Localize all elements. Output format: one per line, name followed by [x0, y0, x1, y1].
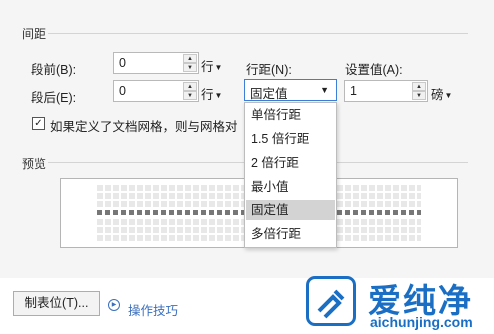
section-divider [48, 33, 468, 34]
set-value-spinner[interactable]: 1 ▲ ▼ [344, 80, 428, 102]
watermark-logo-icon [306, 276, 356, 326]
after-label: 段后(E): [31, 91, 77, 105]
line-spacing-label: 行距(N): [246, 63, 292, 77]
dropdown-option-minimum[interactable]: 最小值 [246, 177, 335, 197]
dropdown-option-1-5[interactable]: 1.5 倍行距 [246, 129, 335, 149]
caret-down-icon: ▼ [214, 63, 223, 72]
after-unit-label: 行 [201, 88, 214, 102]
spin-up-icon[interactable]: ▲ [183, 54, 197, 63]
dropdown-option-fixed[interactable]: 固定值 [246, 200, 335, 220]
before-label: 段前(B): [31, 63, 77, 77]
line-spacing-select[interactable]: 固定值 ▼ [244, 79, 337, 101]
after-unit-dropdown[interactable]: 行▼ [201, 84, 222, 103]
preview-section-title: 预览 [22, 157, 47, 171]
line-spacing-dropdown[interactable]: 单倍行距 1.5 倍行距 2 倍行距 最小值 固定值 多倍行距 [244, 102, 337, 248]
spin-down-icon[interactable]: ▼ [183, 91, 197, 100]
before-value[interactable]: 0 [119, 56, 126, 70]
tips-link-label[interactable]: 操作技巧 [128, 300, 178, 319]
after-spinner[interactable]: 0 ▲ ▼ [113, 80, 199, 102]
caret-down-icon: ▼ [444, 91, 453, 100]
spin-down-icon[interactable]: ▼ [183, 63, 197, 72]
before-unit-label: 行 [201, 60, 214, 74]
before-spinner[interactable]: 0 ▲ ▼ [113, 52, 199, 74]
set-value-label: 设置值(A): [345, 63, 403, 77]
tabs-button[interactable]: 制表位(T)... [13, 291, 100, 316]
spin-down-icon[interactable]: ▼ [412, 91, 426, 100]
dropdown-option-single[interactable]: 单倍行距 [246, 105, 335, 125]
before-spinner-arrows[interactable]: ▲ ▼ [183, 54, 197, 72]
spacing-section-title: 间距 [22, 27, 47, 41]
grid-checkbox[interactable]: ✓ [32, 117, 45, 130]
set-value-unit-label: 磅 [431, 88, 444, 102]
watermark: 爱纯净 aichunjing.com [300, 272, 494, 334]
set-value-unit-dropdown[interactable]: 磅▼ [431, 84, 452, 103]
after-spinner-arrows[interactable]: ▲ ▼ [183, 82, 197, 100]
checkmark-icon: ✓ [34, 118, 43, 129]
paragraph-dialog: 间距 段前(B): 0 ▲ ▼ 行▼ 行距(N): 设置值(A): 段后(E):… [0, 0, 494, 278]
after-value[interactable]: 0 [119, 84, 126, 98]
watermark-url: aichunjing.com [370, 314, 473, 330]
watermark-logo-mark [317, 289, 345, 319]
grid-checkbox-label[interactable]: 如果定义了文档网格，则与网格对 [50, 116, 246, 135]
spin-up-icon[interactable]: ▲ [412, 82, 426, 91]
set-value-value[interactable]: 1 [350, 84, 357, 98]
dropdown-arrow-icon[interactable]: ▼ [320, 85, 329, 95]
caret-down-icon: ▼ [214, 91, 223, 100]
dropdown-option-double[interactable]: 2 倍行距 [246, 153, 335, 173]
set-value-spinner-arrows[interactable]: ▲ ▼ [412, 82, 426, 100]
spin-up-icon[interactable]: ▲ [183, 82, 197, 91]
dropdown-option-multiple[interactable]: 多倍行距 [246, 224, 335, 244]
line-spacing-value: 固定值 [250, 87, 288, 101]
before-unit-dropdown[interactable]: 行▼ [201, 56, 222, 75]
play-circle-icon: ▶ [108, 299, 120, 311]
